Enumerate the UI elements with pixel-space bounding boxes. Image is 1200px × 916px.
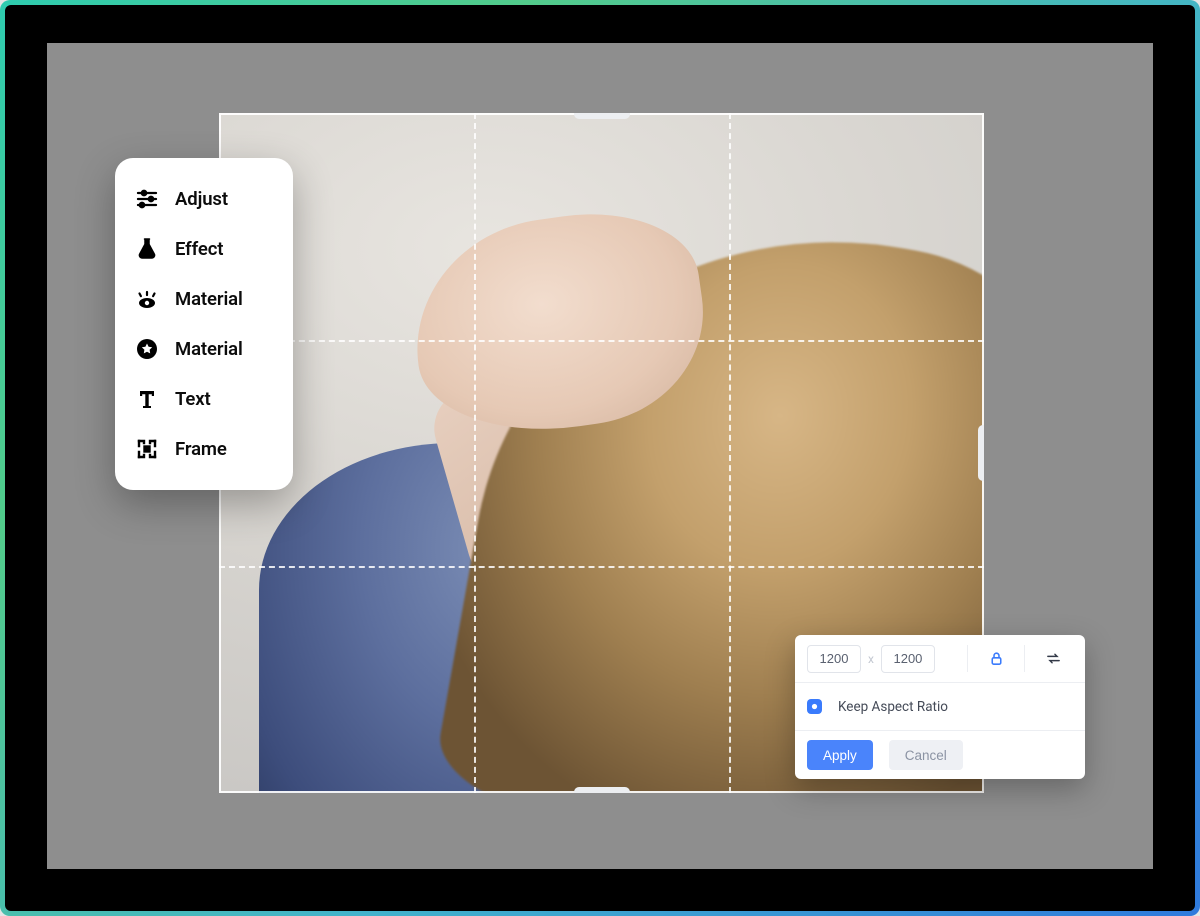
dimensions-row: x xyxy=(795,635,1085,683)
crop-grid-line xyxy=(474,113,476,793)
aspect-ratio-label: Keep Aspect Ratio xyxy=(838,699,948,715)
crop-grid-line xyxy=(219,340,984,342)
tool-label: Material xyxy=(175,338,243,360)
divider xyxy=(1024,645,1025,672)
height-input[interactable] xyxy=(881,645,935,673)
apply-button[interactable]: Apply xyxy=(807,740,873,770)
tool-adjust[interactable]: Adjust xyxy=(125,174,283,224)
actions-row: Apply Cancel xyxy=(795,731,1085,779)
crop-handle-bottom[interactable] xyxy=(574,787,630,793)
tool-label: Adjust xyxy=(175,188,228,210)
text-icon xyxy=(135,387,159,411)
eye-icon xyxy=(135,287,159,311)
frame-icon xyxy=(135,437,159,461)
flask-icon xyxy=(135,237,159,261)
tool-label: Effect xyxy=(175,238,223,260)
tool-label: Frame xyxy=(175,438,227,460)
cancel-button[interactable]: Cancel xyxy=(889,740,963,770)
lock-icon xyxy=(988,650,1005,667)
tool-label: Material xyxy=(175,288,243,310)
editor-canvas[interactable]: Adjust Effect xyxy=(47,43,1153,869)
crop-handle-right[interactable] xyxy=(978,425,984,481)
crop-grid-line xyxy=(219,566,984,568)
tools-panel: Adjust Effect xyxy=(115,158,293,490)
swap-dimensions-button[interactable] xyxy=(1033,644,1073,674)
dimensions-panel: x xyxy=(795,635,1085,779)
dimension-separator: x xyxy=(868,652,874,666)
lock-aspect-button[interactable] xyxy=(976,644,1016,674)
width-input[interactable] xyxy=(807,645,861,673)
app-window: Adjust Effect xyxy=(5,5,1195,911)
tool-effect[interactable]: Effect xyxy=(125,224,283,274)
aspect-ratio-checkbox[interactable] xyxy=(807,699,822,714)
tool-frame[interactable]: Frame xyxy=(125,424,283,474)
divider xyxy=(967,645,968,672)
star-circle-icon xyxy=(135,337,159,361)
crop-handle-top[interactable] xyxy=(574,113,630,119)
tool-material-eye[interactable]: Material xyxy=(125,274,283,324)
gradient-border: Adjust Effect xyxy=(0,0,1200,916)
tool-text[interactable]: Text xyxy=(125,374,283,424)
crop-grid-line xyxy=(729,113,731,793)
sliders-icon xyxy=(135,187,159,211)
tool-material-star[interactable]: Material xyxy=(125,324,283,374)
aspect-row: Keep Aspect Ratio xyxy=(795,683,1085,731)
circle-icon xyxy=(810,702,819,711)
swap-icon xyxy=(1045,650,1062,667)
tool-label: Text xyxy=(175,388,211,410)
